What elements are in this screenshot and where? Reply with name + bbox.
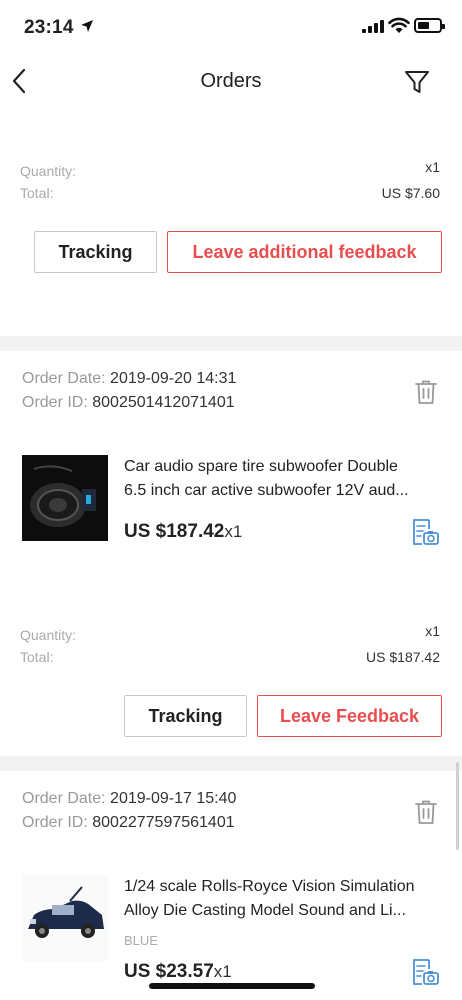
order-date: Order Date: 2019-09-20 14:31 [22,370,237,387]
product-quantity: x1 [224,522,243,541]
home-indicator[interactable] [149,983,315,989]
order-card: Order Date: 2019-09-17 15:40 Order ID: 8… [0,771,462,1000]
leave-feedback-button[interactable]: Leave Feedback [257,695,442,737]
tracking-button[interactable]: Tracking [34,231,157,273]
cellular-signal-icon [362,20,384,33]
photo-review-icon[interactable] [410,517,440,547]
quantity-value: x1 [425,159,440,175]
quantity-value: x1 [425,623,440,639]
status-time: 23:14 [24,17,74,38]
product-quantity: x1 [213,962,232,981]
product-image[interactable] [22,875,108,961]
product-variant: BLUE [124,933,158,948]
total-value: US $187.42 [366,649,440,665]
product-price: US $23.57x1 [124,961,232,982]
order-id-value: 8002277597561401 [92,814,235,831]
order-card: Quantity: x1 Total: US $7.60 Tracking Le… [0,108,462,336]
order-id: Order ID: 8002277597561401 [22,814,235,831]
total-label: Total: [20,649,54,665]
order-date: Order Date: 2019-09-17 15:40 [22,790,237,807]
battery-icon [414,18,445,33]
nav-bar: Orders [0,56,462,108]
product-image[interactable] [22,455,108,541]
total-value: US $7.60 [381,185,440,201]
product-price: US $187.42x1 [124,521,243,542]
order-date-value: 2019-09-20 14:31 [110,370,237,387]
quantity-label: Quantity: [20,627,77,643]
leave-additional-feedback-button[interactable]: Leave additional feedback [167,231,442,273]
filter-icon[interactable] [403,68,431,96]
order-id: Order ID: 8002501412071401 [22,394,235,411]
wifi-icon [388,17,410,33]
tracking-button[interactable]: Tracking [124,695,247,737]
trash-icon[interactable] [414,799,438,825]
order-id-value: 8002501412071401 [92,394,235,411]
product-title-line-1[interactable]: Car audio spare tire subwoofer Double [124,455,442,479]
product-title-line-1[interactable]: 1/24 scale Rolls-Royce Vision Simulation [124,875,442,899]
quantity-label: Quantity: [20,163,77,179]
status-bar: 23:14 [0,0,462,56]
scroll-indicator[interactable] [456,762,459,850]
photo-review-icon[interactable] [410,957,440,987]
product-title-line-2[interactable]: Alloy Die Casting Model Sound and Li... [124,899,442,923]
total-label: Total: [20,185,54,201]
product-title-line-2[interactable]: 6.5 inch car active subwoofer 12V aud... [124,479,442,503]
order-date-value: 2019-09-17 15:40 [110,790,237,807]
page-title: Orders [200,70,262,92]
order-card: Order Date: 2019-09-20 14:31 Order ID: 8… [0,351,462,756]
location-arrow-icon [81,20,93,32]
trash-icon[interactable] [414,379,438,405]
